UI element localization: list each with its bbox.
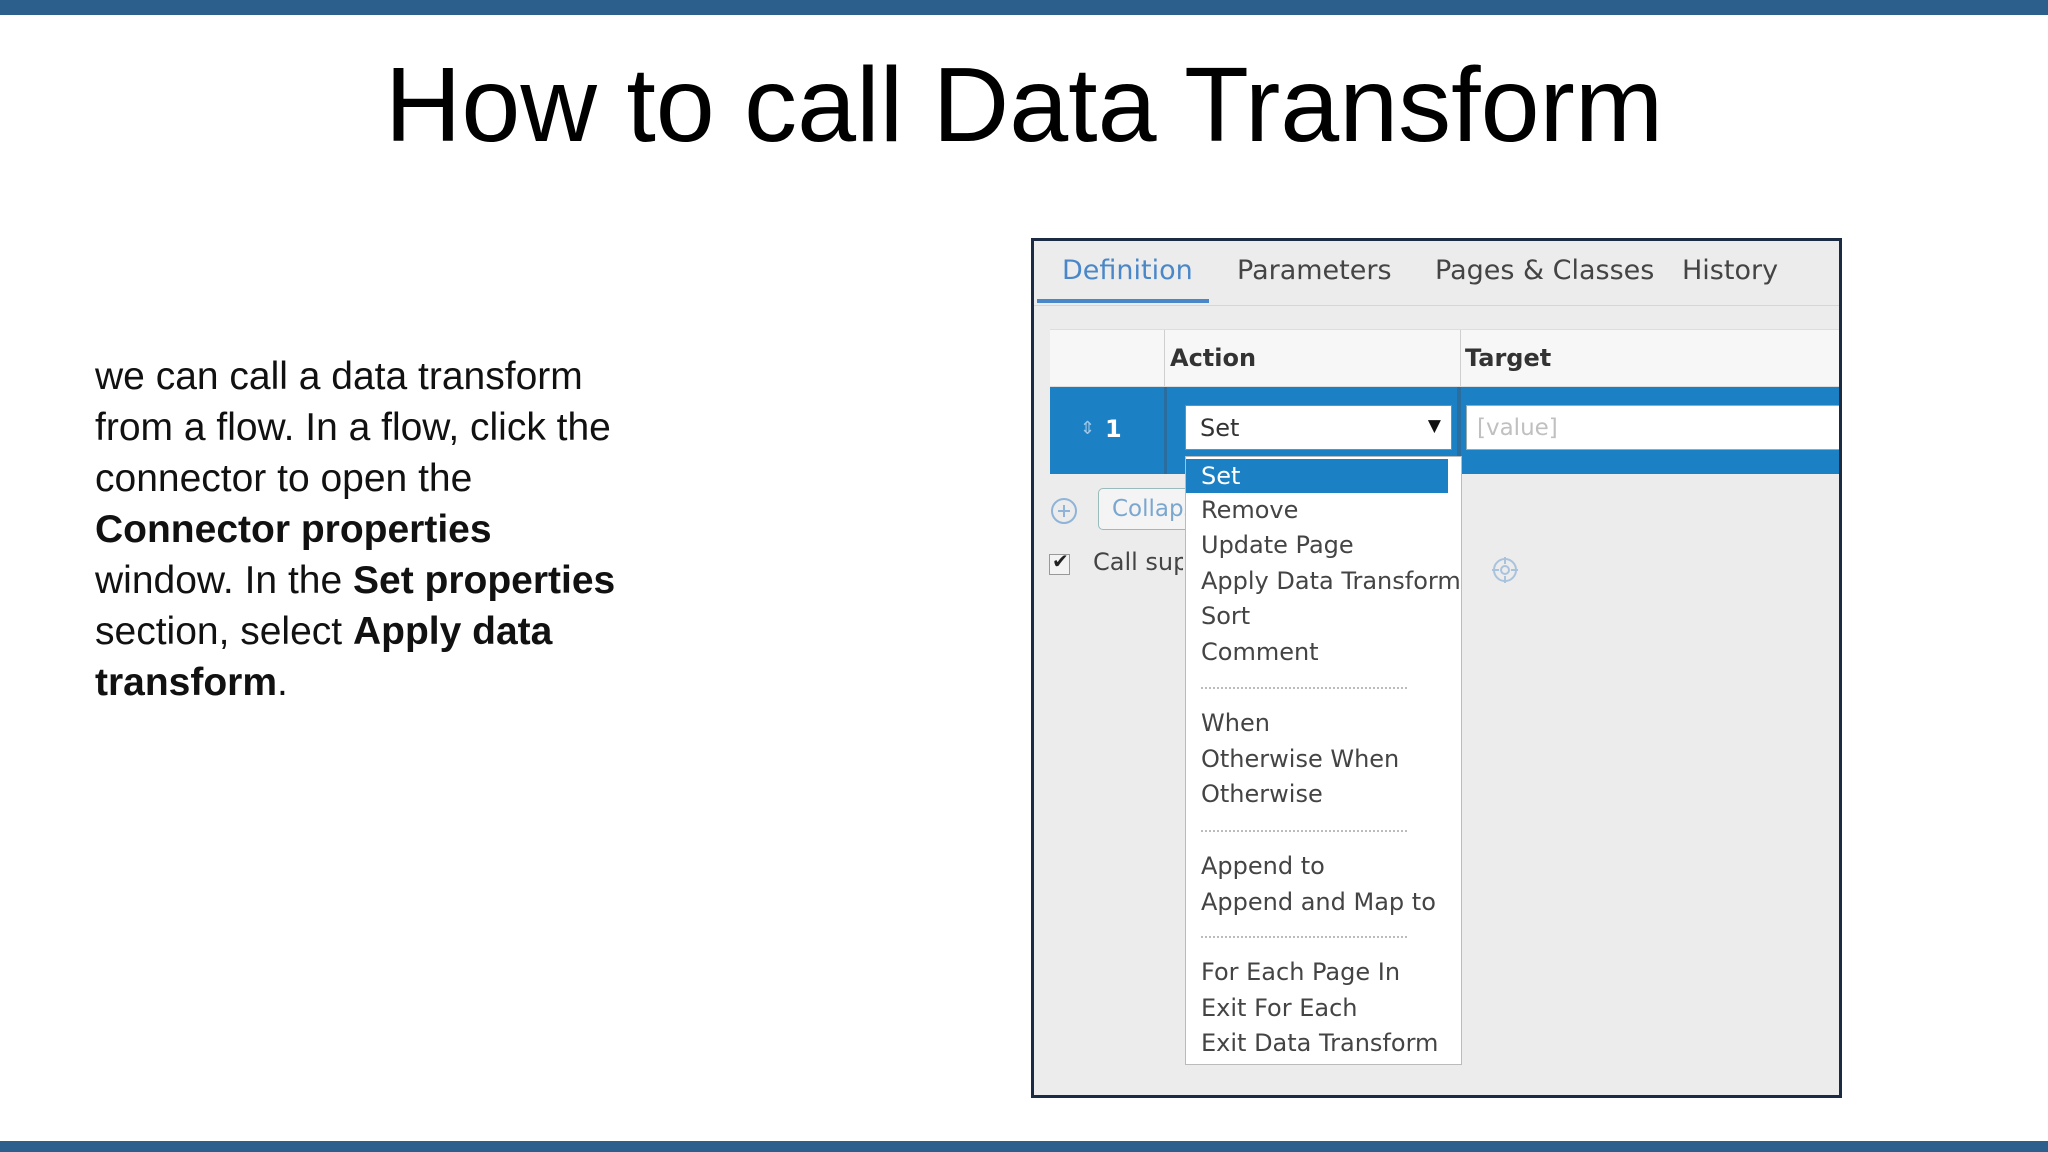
add-row-icon[interactable] bbox=[1050, 497, 1078, 525]
menu-item-append-and-map-to[interactable]: Append and Map to bbox=[1201, 888, 1436, 916]
top-accent-bar bbox=[0, 0, 2048, 15]
menu-item-otherwise-when[interactable]: Otherwise When bbox=[1201, 745, 1399, 773]
body-bold-set-properties: Set properties bbox=[353, 559, 616, 602]
menu-separator bbox=[1201, 936, 1407, 938]
menu-item-append-to[interactable]: Append to bbox=[1201, 852, 1325, 880]
menu-item-sort[interactable]: Sort bbox=[1201, 602, 1250, 630]
body-text-3: section, select bbox=[95, 610, 353, 653]
menu-separator bbox=[1201, 687, 1407, 689]
column-divider bbox=[1164, 330, 1165, 386]
target-field[interactable] bbox=[1466, 405, 1839, 450]
bottom-accent-bar bbox=[0, 1141, 2048, 1152]
action-select-value: Set bbox=[1200, 414, 1240, 442]
menu-item-apply-data-transform[interactable]: Apply Data Transform bbox=[1201, 567, 1461, 595]
menu-item-exit-data-transform[interactable]: Exit Data Transform bbox=[1201, 1029, 1438, 1057]
column-header-action: Action bbox=[1170, 344, 1257, 372]
menu-item-otherwise[interactable]: Otherwise bbox=[1201, 780, 1323, 808]
menu-separator bbox=[1201, 830, 1407, 832]
body-bold-connector-properties: Connector properties bbox=[95, 508, 492, 551]
target-input[interactable] bbox=[1467, 406, 1839, 449]
grid-header: Action Target bbox=[1050, 329, 1839, 387]
call-super-label: Call super bbox=[1093, 548, 1183, 576]
body-text-1: we can call a data transform from a flow… bbox=[95, 355, 611, 500]
drag-handle-icon[interactable]: ⇕ bbox=[1080, 418, 1095, 439]
menu-item-when[interactable]: When bbox=[1201, 709, 1270, 737]
action-dropdown-menu: Set Remove Update Page Apply Data Transf… bbox=[1185, 456, 1462, 1065]
tab-definition[interactable]: Definition bbox=[1062, 255, 1193, 286]
menu-item-remove[interactable]: Remove bbox=[1201, 496, 1298, 524]
menu-item-exit-for-each[interactable]: Exit For Each bbox=[1201, 994, 1357, 1022]
body-text-2: window. In the bbox=[95, 559, 353, 602]
row-number: 1 bbox=[1105, 415, 1122, 443]
action-select[interactable]: Set ▼ bbox=[1185, 405, 1452, 450]
slide: How to call Data Transform we can call a… bbox=[0, 0, 2048, 1152]
column-header-target: Target bbox=[1465, 344, 1552, 372]
menu-item-comment[interactable]: Comment bbox=[1201, 638, 1319, 666]
menu-item-set[interactable]: Set bbox=[1186, 459, 1448, 493]
slide-body-text: we can call a data transform from a flow… bbox=[95, 351, 635, 708]
menu-item-update-page[interactable]: Update Page bbox=[1201, 531, 1354, 559]
column-divider bbox=[1460, 330, 1461, 386]
connector-properties-screenshot: Definition Parameters Pages & Classes Hi… bbox=[1031, 238, 1842, 1098]
slide-title: How to call Data Transform bbox=[384, 46, 1664, 164]
checkmark-icon: ✔ bbox=[1052, 549, 1069, 573]
tab-bar: Definition Parameters Pages & Classes Hi… bbox=[1034, 241, 1839, 306]
body-text-4: . bbox=[277, 661, 288, 704]
tab-pages-classes[interactable]: Pages & Classes bbox=[1435, 255, 1654, 286]
menu-item-for-each-page-in[interactable]: For Each Page In bbox=[1201, 958, 1400, 986]
active-tab-indicator bbox=[1037, 299, 1209, 303]
tab-history[interactable]: History bbox=[1682, 255, 1778, 286]
call-super-checkbox[interactable]: ✔ bbox=[1049, 549, 1070, 575]
row-divider bbox=[1164, 387, 1167, 474]
caret-down-icon: ▼ bbox=[1427, 416, 1441, 436]
crosshair-icon[interactable] bbox=[1490, 555, 1520, 585]
collapse-button[interactable]: Collapse bbox=[1098, 488, 1198, 530]
tab-parameters[interactable]: Parameters bbox=[1237, 255, 1392, 286]
